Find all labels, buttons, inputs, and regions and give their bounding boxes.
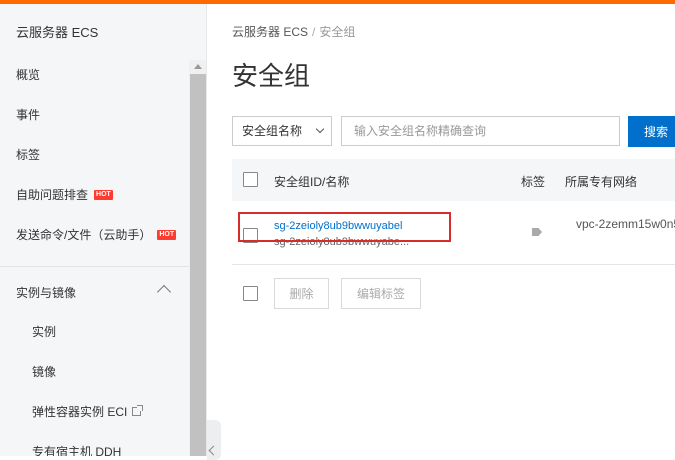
breadcrumb-current: 安全组 <box>319 25 356 39</box>
select-value: 安全组名称 <box>242 124 303 138</box>
sidebar-item-label: 专有宿主机 DDH <box>32 445 122 456</box>
sidebar-divider <box>0 266 190 267</box>
highlight-annotation-box <box>238 212 451 242</box>
select-all-checkbox[interactable] <box>243 172 258 187</box>
sidebar-item-label: 自助问题排查 <box>16 188 89 202</box>
sidebar-item-label: 事件 <box>16 108 41 122</box>
sidebar-item-instances[interactable]: 实例 <box>32 323 56 340</box>
search-input[interactable] <box>341 116 620 146</box>
sidebar-item-troubleshoot[interactable]: 自助问题排查 HOT <box>16 186 113 203</box>
sidebar-item-label: 标签 <box>16 148 41 162</box>
column-header-tags: 标签 <box>521 175 546 189</box>
hot-badge: HOT <box>157 230 177 240</box>
sidebar-item-label: 发送命令/文件（云助手） <box>16 228 152 242</box>
external-link-icon <box>132 405 144 416</box>
search-field-select[interactable]: 安全组名称 <box>232 116 332 146</box>
edit-tags-button[interactable]: 编辑标签 <box>341 278 421 309</box>
vpc-id[interactable]: vpc-2zemm15w0n5j8 <box>576 217 675 231</box>
delete-button[interactable]: 删除 <box>274 278 329 309</box>
page-title: 安全组 <box>232 61 311 91</box>
sidebar-item-label: 镜像 <box>32 365 57 379</box>
sidebar-group-instances-images[interactable]: 实例与镜像 <box>16 284 76 301</box>
sidebar: 云服务器 ECS 概览 事件 标签 自助问题排查 HOT 发送命令/文件（云助手）… <box>0 4 207 456</box>
sidebar-item-ddh[interactable]: 专有宿主机 DDH <box>32 443 121 456</box>
main-content: 云服务器 ECS/安全组 安全组 安全组名称 搜索 安全组ID/名称 标签 所属… <box>221 4 675 456</box>
sidebar-item-events[interactable]: 事件 <box>16 106 40 123</box>
sidebar-item-images[interactable]: 镜像 <box>32 363 56 380</box>
chevron-down-icon <box>315 124 325 134</box>
breadcrumb-separator: / <box>312 25 316 39</box>
bulk-select-checkbox[interactable] <box>243 286 258 301</box>
sidebar-item-label: 实例 <box>32 325 57 339</box>
sidebar-item-label: 概览 <box>16 68 41 82</box>
scroll-up-arrow-icon[interactable] <box>194 64 202 69</box>
column-header-vpc: 所属专有网络 <box>565 175 638 189</box>
table-header: 安全组ID/名称 标签 所属专有网络 <box>232 159 675 201</box>
sidebar-item-cloud-assistant[interactable]: 发送命令/文件（云助手） HOT <box>16 226 177 243</box>
search-button[interactable]: 搜索 <box>628 116 675 147</box>
tag-icon[interactable] <box>532 228 542 236</box>
column-header-id-name: 安全组ID/名称 <box>274 175 350 189</box>
hot-badge: HOT <box>94 190 113 200</box>
sidebar-item-overview[interactable]: 概览 <box>16 66 40 83</box>
sidebar-item-tags[interactable]: 标签 <box>16 146 40 163</box>
breadcrumb: 云服务器 ECS / 安全组 <box>232 23 355 40</box>
breadcrumb-root[interactable]: 云服务器 ECS <box>232 25 308 39</box>
chevron-up-icon[interactable] <box>156 284 172 300</box>
sidebar-title: 云服务器 ECS <box>16 25 99 40</box>
sidebar-item-eci[interactable]: 弹性容器实例 ECI <box>32 403 144 420</box>
sidebar-item-label: 弹性容器实例 ECI <box>32 405 128 419</box>
sidebar-group-label: 实例与镜像 <box>16 286 77 300</box>
sidebar-scrollbar-thumb[interactable] <box>190 74 206 456</box>
